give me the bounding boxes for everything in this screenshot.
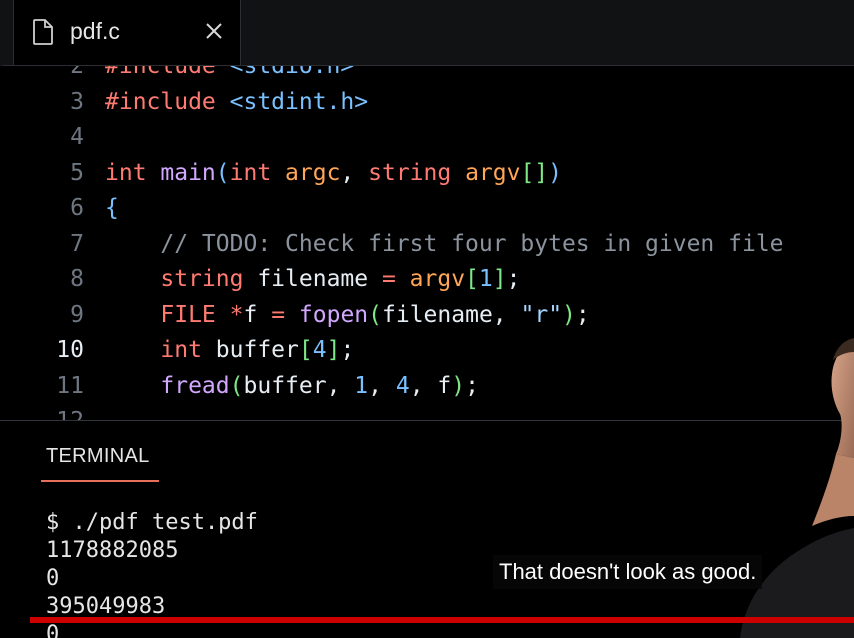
code-token: buffer, <box>243 372 355 399</box>
code-token: 1 <box>354 372 369 399</box>
code-text: #include <stdint.h> <box>105 84 368 120</box>
code-token: // TODO: Check first four bytes in given… <box>105 230 784 257</box>
code-token: ( <box>215 159 230 186</box>
code-token: , <box>340 159 369 186</box>
code-token: <stdint.h> <box>229 88 369 115</box>
code-token: { <box>105 195 119 221</box>
tab-terminal-underline <box>41 480 159 482</box>
code-token: * <box>229 301 244 328</box>
code-token: ( <box>229 372 244 399</box>
code-text: fread(buffer, 1, 4, f); <box>105 368 479 404</box>
code-token: = <box>381 266 410 292</box>
line-number: 3 <box>70 88 84 115</box>
line-number: 7 <box>70 230 84 257</box>
code-token: [ <box>298 337 313 363</box>
code-token: , <box>368 372 396 399</box>
code-token: , f <box>409 372 452 399</box>
code-token: main <box>160 159 216 186</box>
code-token: ) <box>562 301 576 328</box>
code-token: int <box>105 159 161 186</box>
code-token: #include <box>105 88 230 115</box>
code-token: int <box>160 337 216 363</box>
terminal-line: 0 <box>46 622 60 638</box>
video-caption: That doesn't look as good. <box>493 555 763 589</box>
code-token: ; <box>506 266 521 292</box>
file-icon <box>33 19 53 45</box>
code-token: string <box>160 266 258 292</box>
line-number: 5 <box>70 159 84 186</box>
code-token: = <box>271 301 299 328</box>
code-token: 4 <box>312 337 327 363</box>
code-token: filename <box>257 266 382 292</box>
code-editor[interactable]: 2 #include <stdio.h> 3 #include <stdint.h> 4… <box>0 66 854 420</box>
tab-terminal[interactable]: TERMINAL <box>46 445 150 468</box>
code-token: ; <box>465 372 479 399</box>
code-token: [ <box>465 266 479 292</box>
code-text: { <box>105 190 119 226</box>
code-text: string filename = argv[1]; <box>105 261 520 297</box>
code-token: ; <box>575 301 590 328</box>
line-number: 8 <box>70 266 84 292</box>
code-token: buffer <box>215 337 299 363</box>
video-progress-bar[interactable] <box>30 617 854 623</box>
line-number: 9 <box>70 301 84 328</box>
code-token: 1 <box>478 266 493 292</box>
code-token: #include <box>105 66 230 79</box>
code-token: FILE <box>160 301 230 328</box>
code-token: argc <box>285 159 341 186</box>
line-number: 11 <box>56 372 84 399</box>
code-token: ] <box>326 337 341 363</box>
code-token: argv <box>409 266 466 292</box>
code-text: #include <stdio.h> <box>105 66 354 84</box>
code-token: filename, <box>382 301 521 328</box>
code-token: f <box>243 301 272 328</box>
video-progress-fill <box>30 617 854 623</box>
code-token: "r" <box>520 301 563 328</box>
code-text: // TODO: Check first four bytes in given… <box>105 226 784 262</box>
code-token: [] <box>520 159 549 186</box>
code-token: ; <box>340 337 355 363</box>
editor-tab-bar: pdf.c <box>0 0 854 66</box>
terminal-line: 1178882085 <box>46 538 179 563</box>
terminal-panel[interactable]: TERMINAL $ ./pdf test.pdf 1178882085 0 3… <box>0 421 854 638</box>
code-token: fread <box>160 372 230 399</box>
line-number: 4 <box>70 124 84 150</box>
code-token: string <box>368 159 466 186</box>
close-icon[interactable] <box>202 19 226 43</box>
line-number: 6 <box>70 195 84 221</box>
code-token: 4 <box>395 372 410 399</box>
code-token: argv <box>465 159 521 186</box>
code-text: int main(int argc, string argv[]) <box>105 155 562 191</box>
tab-label: pdf.c <box>70 18 120 44</box>
code-token: <stdio.h> <box>229 66 355 79</box>
code-token: ) <box>548 159 563 186</box>
terminal-line: 0 <box>46 566 60 591</box>
line-number: 2 <box>70 66 84 79</box>
code-text: FILE *f = fopen(filename, "r"); <box>105 297 590 333</box>
code-token: int <box>229 159 286 186</box>
editor-tab-pdf-c[interactable]: pdf.c <box>13 0 241 65</box>
terminal-line: $ ./pdf test.pdf <box>46 510 258 535</box>
presenter-video-overlay <box>740 338 854 638</box>
code-text: int buffer[4]; <box>105 332 354 368</box>
line-number: 10 <box>56 337 84 363</box>
code-token: ) <box>451 372 466 399</box>
code-token: ] <box>492 266 507 292</box>
code-token: fopen <box>298 301 369 328</box>
code-token: ( <box>368 301 383 328</box>
line-number: 12 <box>40 403 84 420</box>
